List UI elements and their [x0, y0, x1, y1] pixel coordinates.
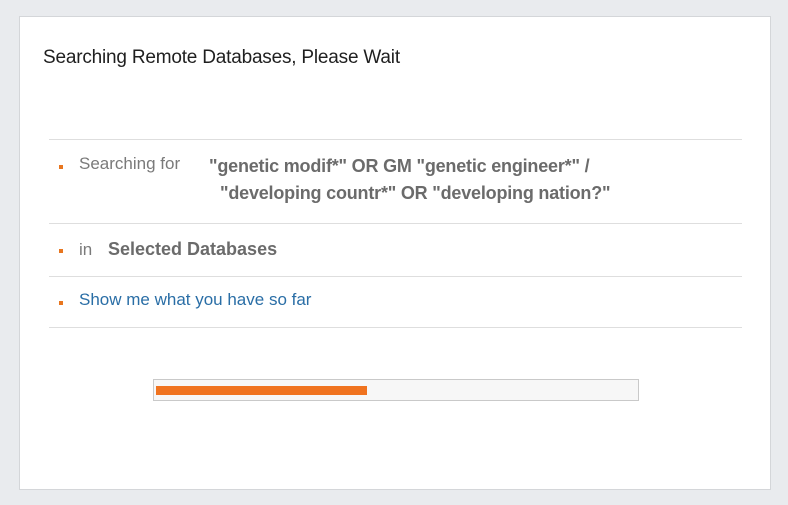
show-results-link[interactable]: Show me what you have so far [79, 290, 311, 310]
search-query-row: Searching for "genetic modif*" OR GM "ge… [49, 139, 742, 223]
progress-bar [153, 379, 639, 401]
dialog-title: Searching Remote Databases, Please Wait [43, 47, 400, 68]
progress-bar-fill [156, 386, 367, 395]
databases-prefix-label: in [79, 240, 93, 259]
search-query-line-2: "developing countr*" OR "developing nati… [220, 183, 611, 203]
bullet-icon [59, 301, 63, 305]
search-query-text: "genetic modif*" OR GM "genetic engineer… [209, 153, 611, 207]
bullet-icon [59, 249, 63, 253]
search-query-line-1: "genetic modif*" OR GM "genetic engineer… [209, 156, 590, 176]
show-results-row: Show me what you have so far [49, 276, 742, 328]
search-prefix-label: Searching for [79, 154, 181, 173]
databases-row: in Selected Databases [49, 223, 742, 276]
search-progress-dialog: Searching Remote Databases, Please Wait … [19, 16, 771, 490]
databases-name: Selected Databases [108, 239, 278, 259]
bullet-icon [59, 165, 63, 169]
